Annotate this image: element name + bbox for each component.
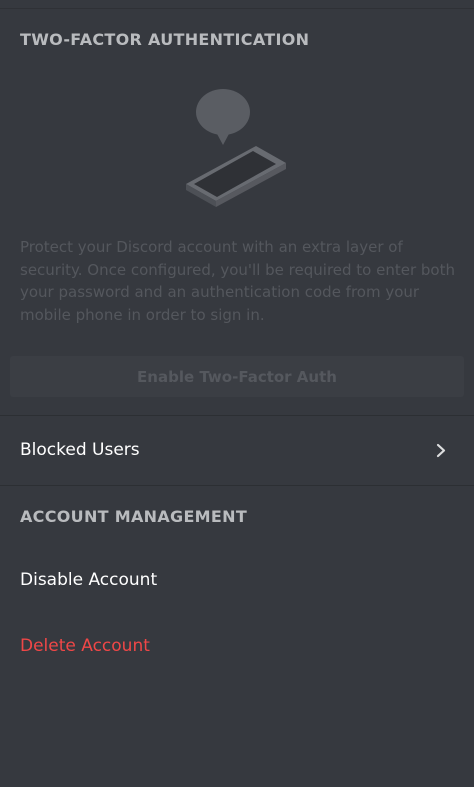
divider <box>0 485 474 486</box>
blocked-users-label: Blocked Users <box>20 440 140 460</box>
divider <box>0 415 474 416</box>
two-factor-description: Protect your Discord account with an ext… <box>20 238 455 324</box>
disable-account-button[interactable]: Disable Account <box>0 555 474 605</box>
phone-with-speech-bubble-icon <box>186 89 286 207</box>
two-factor-section-title: TWO-FACTOR AUTHENTICATION <box>20 30 310 49</box>
chevron-right-icon <box>436 443 446 458</box>
blocked-users-row[interactable]: Blocked Users <box>0 425 474 475</box>
enable-two-factor-button[interactable]: Enable Two-Factor Auth <box>10 356 464 397</box>
delete-account-label: Delete Account <box>20 636 150 656</box>
delete-account-button[interactable]: Delete Account <box>0 621 474 671</box>
disable-account-label: Disable Account <box>20 570 158 590</box>
top-divider <box>0 8 474 9</box>
account-settings-screen: TWO-FACTOR AUTHENTICATION Protect your D… <box>0 0 474 787</box>
account-management-section-title: ACCOUNT MANAGEMENT <box>20 507 248 526</box>
